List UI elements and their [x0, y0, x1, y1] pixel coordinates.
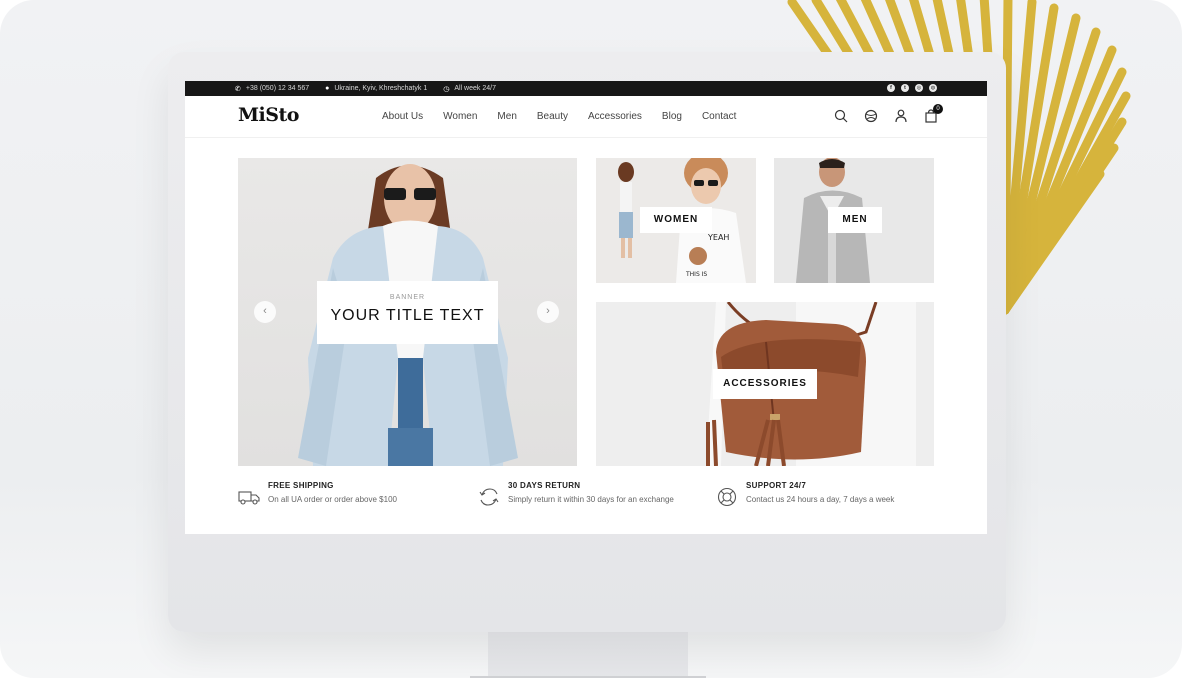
site-header: MiSto About Us Women Men Beauty Accessor… — [185, 96, 987, 138]
location-pin-icon: ● — [325, 85, 330, 92]
cart-count-badge: 0 — [933, 104, 943, 114]
monitor-stand — [488, 632, 688, 678]
svg-text:YEAH: YEAH — [707, 233, 729, 242]
nav-men[interactable]: Men — [497, 111, 516, 122]
accessories-label: ACCESSORIES — [713, 369, 817, 399]
feature-title: SUPPORT 24/7 — [746, 481, 807, 490]
user-icon[interactable] — [893, 108, 909, 124]
nav-women[interactable]: Women — [443, 111, 477, 122]
women-category-tile[interactable]: YEAH THIS IS WOMEN — [596, 158, 756, 283]
hours-info: ◷ All week 24/7 — [443, 85, 496, 93]
search-icon[interactable] — [833, 108, 849, 124]
nav-accessories[interactable]: Accessories — [588, 111, 642, 122]
feature-title: FREE SHIPPING — [268, 481, 334, 490]
feature-30-days-return: 30 DAYS RETURN Simply return it within 3… — [478, 481, 674, 508]
lifebuoy-icon — [717, 487, 737, 507]
feature-free-shipping: FREE SHIPPING On all UA order or order a… — [238, 481, 397, 508]
hero-banner[interactable]: ‹ › BANNER YOUR TITLE TEXT — [238, 158, 577, 466]
chevron-right-icon: › — [546, 305, 550, 317]
carousel-prev-button[interactable]: ‹ — [254, 301, 276, 323]
women-label: WOMEN — [640, 207, 712, 233]
phone-number: +38 (050) 12 34 567 — [245, 85, 310, 92]
svg-text:THIS IS: THIS IS — [685, 271, 707, 278]
feature-title: 30 DAYS RETURN — [508, 481, 581, 490]
nav-beauty[interactable]: Beauty — [537, 111, 568, 122]
nav-contact[interactable]: Contact — [702, 111, 736, 122]
cart-button[interactable]: 0 — [923, 104, 943, 124]
men-category-tile[interactable]: MEN — [774, 158, 934, 283]
twitter-icon[interactable]: t — [901, 84, 909, 92]
facebook-icon[interactable]: f — [887, 84, 895, 92]
phone-info[interactable]: ✆ +38 (050) 12 34 567 — [235, 85, 309, 93]
globe-icon[interactable] — [863, 108, 879, 124]
clock-icon: ◷ — [443, 85, 450, 93]
nav-about-us[interactable]: About Us — [382, 111, 423, 122]
main-nav: About Us Women Men Beauty Accessories Bl… — [382, 111, 756, 122]
hours-text: All week 24/7 — [454, 85, 496, 92]
header-icons: 0 — [833, 104, 943, 124]
feature-support: SUPPORT 24/7 Contact us 24 hours a day, … — [716, 481, 894, 508]
truck-icon — [238, 491, 260, 505]
nav-blog[interactable]: Blog — [662, 111, 682, 122]
instagram-icon[interactable]: ◎ — [915, 84, 923, 92]
site-logo[interactable]: MiSto — [238, 104, 299, 126]
chevron-left-icon: ‹ — [263, 305, 267, 317]
feature-description: Contact us 24 hours a day, 7 days a week — [746, 495, 895, 504]
social-links: f t ◎ ◍ — [887, 84, 937, 92]
banner-caption: BANNER YOUR TITLE TEXT — [317, 281, 498, 344]
feature-description: Simply return it within 30 days for an e… — [508, 495, 674, 504]
website-screen: ✆ +38 (050) 12 34 567 ● Ukraine, Kyiv, K… — [185, 81, 987, 534]
phone-icon: ✆ — [235, 85, 241, 93]
return-arrows-icon — [479, 488, 499, 506]
banner-title: YOUR TITLE TEXT — [330, 307, 485, 324]
address-info[interactable]: ● Ukraine, Kyiv, Khreshchatyk 1 — [325, 85, 427, 92]
top-info-bar: ✆ +38 (050) 12 34 567 ● Ukraine, Kyiv, K… — [185, 81, 987, 96]
feature-description: On all UA order or order above $100 — [268, 495, 397, 504]
dribbble-icon[interactable]: ◍ — [929, 84, 937, 92]
carousel-next-button[interactable]: › — [537, 301, 559, 323]
men-label: MEN — [828, 207, 882, 233]
banner-subtitle: BANNER — [389, 294, 426, 301]
address-text: Ukraine, Kyiv, Khreshchatyk 1 — [334, 85, 428, 92]
accessories-category-tile[interactable]: ACCESSORIES — [596, 302, 934, 466]
features-strip: FREE SHIPPING On all UA order or order a… — [238, 481, 938, 521]
